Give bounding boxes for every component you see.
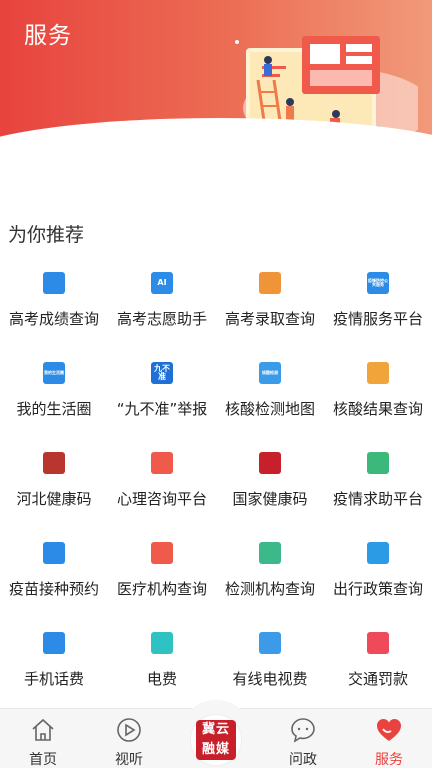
location-pin-icon <box>259 542 281 564</box>
document-icon <box>367 542 389 564</box>
service-item[interactable]: 国家健康码 <box>216 448 324 520</box>
service-label: 高考录取查询 <box>224 310 315 328</box>
center-logo-button[interactable]: 冀云融媒 <box>190 714 242 766</box>
icon-text: 核酸检测 <box>262 370 278 375</box>
tab-video[interactable]: 视听 <box>86 709 172 768</box>
handshake-icon <box>367 452 389 474</box>
service-label: 出行政策查询 <box>332 580 423 598</box>
service-label: 疫情求助平台 <box>332 490 423 508</box>
national-emblem-icon <box>259 452 281 474</box>
service-label: 国家健康码 <box>232 490 308 508</box>
graduation-cap-icon: AI <box>151 272 173 294</box>
tab-inquiry[interactable]: 问政 <box>260 709 346 768</box>
service-label: 手机话费 <box>23 670 84 688</box>
service-item[interactable]: 河北健康码 <box>0 448 108 520</box>
service-item[interactable]: 有线电视费 <box>216 628 324 700</box>
service-item[interactable]: 九不准 “九不准”举报 <box>108 358 216 430</box>
chat-bubble-icon <box>291 718 315 743</box>
service-item[interactable]: 高考成绩查询 <box>0 268 108 340</box>
open-book-icon <box>259 272 281 294</box>
service-label: “九不准”举报 <box>116 400 208 418</box>
hebei-emblem-icon <box>43 452 65 474</box>
epidemic-service-icon: 疫情防控公共服务 <box>367 272 389 294</box>
icon-text: 我的生活圈 <box>44 370 64 375</box>
icon-text: 疫情防控公共服务 <box>368 278 388 287</box>
service-label: 高考成绩查询 <box>8 310 99 328</box>
page-title: 服务 <box>24 23 72 49</box>
service-item[interactable]: 我的生活圈 我的生活圈 <box>0 358 108 430</box>
tv-icon <box>259 632 281 654</box>
phone-bill-icon <box>43 632 65 654</box>
tab-service[interactable]: 服务 <box>346 709 432 768</box>
icon-text: AI <box>157 278 167 287</box>
service-label: 有线电视费 <box>232 670 308 688</box>
service-item[interactable]: 核酸检测核酸检测地图 <box>216 358 324 430</box>
icon-text: 九不准 <box>154 364 170 381</box>
heart-icon <box>377 719 401 741</box>
tab-label: 服务 <box>375 752 403 768</box>
tab-label: 问政 <box>289 752 317 768</box>
tab-home[interactable]: 首页 <box>0 709 86 768</box>
service-item[interactable]: 高考录取查询 <box>216 268 324 340</box>
service-item[interactable]: 医疗机构查询 <box>108 538 216 610</box>
service-item[interactable]: 交通罚款 <box>324 628 432 700</box>
service-item[interactable]: 检测机构查询 <box>216 538 324 610</box>
service-page: 服务 为你推荐 高考成绩查询 AI 高考志愿助手 高考录取查询 疫情防控公共服务… <box>0 0 432 768</box>
test-map-icon: 核酸检测 <box>259 362 281 384</box>
tab-label: 视听 <box>115 752 143 768</box>
service-item[interactable]: 手机话费 <box>0 628 108 700</box>
heart-chat-icon <box>151 452 173 474</box>
service-item[interactable]: 电费 <box>108 628 216 700</box>
traffic-fine-icon <box>367 632 389 654</box>
tab-label: 首页 <box>29 752 57 768</box>
service-item[interactable]: AI 高考志愿助手 <box>108 268 216 340</box>
service-label: 疫情服务平台 <box>332 310 423 328</box>
vaccine-icon <box>43 542 65 564</box>
service-label: 检测机构查询 <box>224 580 315 598</box>
service-item[interactable]: 出行政策查询 <box>324 538 432 610</box>
lightning-icon <box>151 632 173 654</box>
service-item[interactable]: 疫情防控公共服务疫情服务平台 <box>324 268 432 340</box>
service-item[interactable]: 核酸结果查询 <box>324 358 432 430</box>
service-item[interactable]: 疫情求助平台 <box>324 448 432 520</box>
service-label: 我的生活圈 <box>16 400 92 418</box>
service-item[interactable]: 疫苗接种预约 <box>0 538 108 610</box>
service-label: 核酸结果查询 <box>332 400 423 418</box>
service-label: 医疗机构查询 <box>116 580 207 598</box>
home-icon <box>32 718 54 741</box>
test-result-icon <box>367 362 389 384</box>
medical-cross-icon <box>151 542 173 564</box>
service-item[interactable]: 心理咨询平台 <box>108 448 216 520</box>
service-label: 河北健康码 <box>16 490 92 508</box>
service-label: 心理咨询平台 <box>116 490 207 508</box>
service-label: 交通罚款 <box>347 670 408 688</box>
service-label: 核酸检测地图 <box>224 400 315 418</box>
report-icon: 九不准 <box>151 362 173 384</box>
exam-score-icon <box>43 272 65 294</box>
play-icon <box>117 718 141 742</box>
header-banner: 服务 <box>0 0 432 140</box>
service-label: 高考志愿助手 <box>116 310 207 328</box>
life-circle-icon: 我的生活圈 <box>43 362 65 384</box>
service-label: 疫苗接种预约 <box>8 580 99 598</box>
center-logo-text: 冀云融媒 <box>196 720 236 760</box>
section-title: 为你推荐 <box>8 224 85 246</box>
service-label: 电费 <box>146 670 177 688</box>
